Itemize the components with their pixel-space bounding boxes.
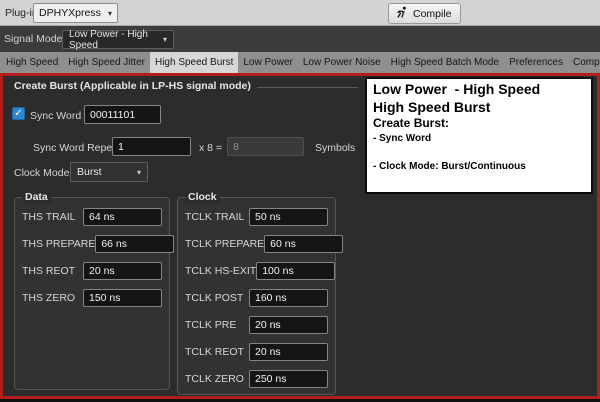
create-burst-group-title: Create Burst (Applicable in LP-HS signal… [14,80,251,92]
tclk-zero-label: TCLK ZERO [185,373,244,385]
table-row: TCLK TRAIL [185,208,328,226]
tab-bar: High Speed High Speed Jitter High Speed … [0,52,600,73]
table-row: THS ZERO [22,289,162,307]
annotation-title-2: High Speed Burst [373,99,585,117]
sync-word-repeat-label: Sync Word Repeat [33,142,121,154]
compile-button-label: Compile [413,8,452,20]
ths-trail-input[interactable] [83,208,162,226]
table-row: THS TRAIL [22,208,162,226]
sync-word-input[interactable] [84,105,161,124]
tab-preferences[interactable]: Preferences [504,52,568,73]
signal-mode-dropdown[interactable]: Low Power - High Speed ▾ [62,30,174,49]
clock-timing-group: Clock TCLK TRAIL TCLK PREPARE TCLK HS-EX… [177,197,336,395]
high-speed-burst-panel: Create Burst (Applicable in LP-HS signal… [0,73,600,399]
ths-trail-label: THS TRAIL [22,211,75,223]
symbols-unit-label: Symbols [315,142,355,154]
tclk-prepare-label: TCLK PREPARE [185,238,264,250]
clock-mode-label: Clock Mode [14,167,69,179]
table-row: TCLK ZERO [185,370,328,388]
tab-low-power-noise[interactable]: Low Power Noise [298,52,386,73]
table-row: TCLK PREPARE [185,235,328,253]
tclk-hs-exit-label: TCLK HS-EXIT [185,265,256,277]
sync-word-repeat-input[interactable] [112,137,191,156]
table-row: TCLK REOT [185,343,328,361]
tclk-post-input[interactable] [249,289,328,307]
tclk-reot-input[interactable] [249,343,328,361]
table-row: TCLK PRE [185,316,328,334]
compile-runner-icon [395,6,408,22]
create-burst-group-header: Create Burst (Applicable in LP-HS signal… [14,80,358,92]
repeat-result-field [227,137,304,156]
data-timing-group: Data THS TRAIL THS PREPARE THS REOT THS … [14,197,170,390]
sync-word-checkbox[interactable]: ✓ [12,107,25,120]
tclk-pre-label: TCLK PRE [185,319,236,331]
ths-reot-input[interactable] [83,262,162,280]
dphyxpress-window: Plug-in: DPHYXpress ▾ Compile Signal Mod… [0,0,600,402]
signal-mode-value: Low Power - High Speed [69,29,163,51]
compile-button[interactable]: Compile [388,3,461,24]
tclk-prepare-input[interactable] [264,235,343,253]
table-row: THS REOT [22,262,162,280]
tclk-zero-input[interactable] [249,370,328,388]
tclk-reot-label: TCLK REOT [185,346,244,358]
annotation-note: Low Power - High Speed High Speed Burst … [365,77,593,194]
tab-compile-settings[interactable]: Compile Settings [568,52,600,73]
tclk-hs-exit-input[interactable] [256,262,335,280]
signal-mode-label: Signal Mode: [4,33,65,45]
signal-mode-bar: Signal Mode: Low Power - High Speed ▾ [0,26,600,52]
tclk-post-label: TCLK POST [185,292,243,304]
ths-zero-input[interactable] [83,289,162,307]
chevron-down-icon: ▾ [108,9,112,18]
tclk-pre-input[interactable] [249,316,328,334]
tab-high-speed[interactable]: High Speed [1,52,63,73]
table-row: TCLK HS-EXIT [185,262,328,280]
ths-prepare-label: THS PREPARE [22,238,95,250]
group-border-line [257,87,358,88]
ths-prepare-input[interactable] [95,235,174,253]
tclk-trail-label: TCLK TRAIL [185,211,244,223]
multiplier-label: x 8 = [199,142,222,154]
clock-mode-value: Burst [77,166,102,178]
clock-mode-dropdown[interactable]: Burst ▾ [70,162,148,182]
plugin-dropdown[interactable]: DPHYXpress ▾ [33,3,118,23]
sync-word-label: Sync Word [30,110,81,122]
plugin-dropdown-value: DPHYXpress [39,7,101,19]
tab-high-speed-burst[interactable]: High Speed Burst [150,52,238,73]
data-group-title: Data [22,191,51,203]
ths-zero-label: THS ZERO [22,292,75,304]
tclk-trail-input[interactable] [249,208,328,226]
ths-reot-label: THS REOT [22,265,75,277]
table-row: THS PREPARE [22,235,162,253]
chevron-down-icon: ▾ [137,168,141,177]
table-row: TCLK POST [185,289,328,307]
annotation-bullet-sync-word: - Sync Word [373,132,585,145]
tab-high-speed-jitter[interactable]: High Speed Jitter [63,52,150,73]
annotation-subtitle: Create Burst: [373,116,585,132]
tab-high-speed-batch-mode[interactable]: High Speed Batch Mode [386,52,504,73]
tab-low-power[interactable]: Low Power [238,52,297,73]
annotation-title-1: Low Power - High Speed [373,81,585,99]
clock-group-title: Clock [185,191,220,203]
plugin-toolbar: Plug-in: DPHYXpress ▾ Compile [0,0,600,26]
chevron-down-icon: ▾ [163,35,167,44]
annotation-bullet-clock-mode: - Clock Mode: Burst/Continuous [373,160,585,173]
